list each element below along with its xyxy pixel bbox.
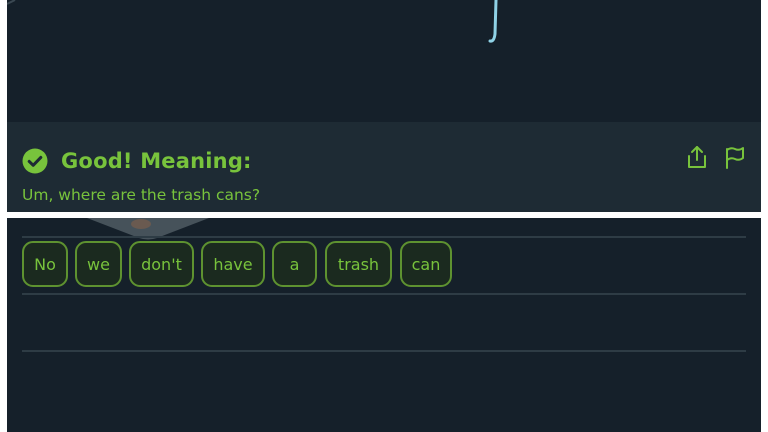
- flag-icon[interactable]: [723, 144, 747, 170]
- answer-line: [22, 350, 746, 352]
- word-tile[interactable]: trash: [325, 241, 392, 287]
- top-panel: Good! Meaning: Um, where are the trash c…: [7, 0, 761, 212]
- word-tile[interactable]: don't: [129, 241, 194, 287]
- character-illustration-fragment: [7, 0, 498, 43]
- word-tile[interactable]: a: [272, 241, 317, 287]
- feedback-banner: Good! Meaning: Um, where are the trash c…: [7, 122, 761, 212]
- word-tile[interactable]: have: [201, 241, 265, 287]
- check-circle-icon: [22, 148, 48, 174]
- answer-line: [22, 236, 746, 238]
- feedback-meaning: Um, where are the trash cans?: [22, 186, 261, 204]
- word-tile[interactable]: we: [75, 241, 122, 287]
- word-tile[interactable]: can: [400, 241, 452, 287]
- answer-panel: No we don't have a trash can: [7, 218, 761, 432]
- feedback-title: Good! Meaning:: [61, 149, 252, 173]
- word-tile[interactable]: No: [22, 241, 68, 287]
- answer-line: [22, 293, 746, 295]
- share-icon[interactable]: [685, 144, 709, 170]
